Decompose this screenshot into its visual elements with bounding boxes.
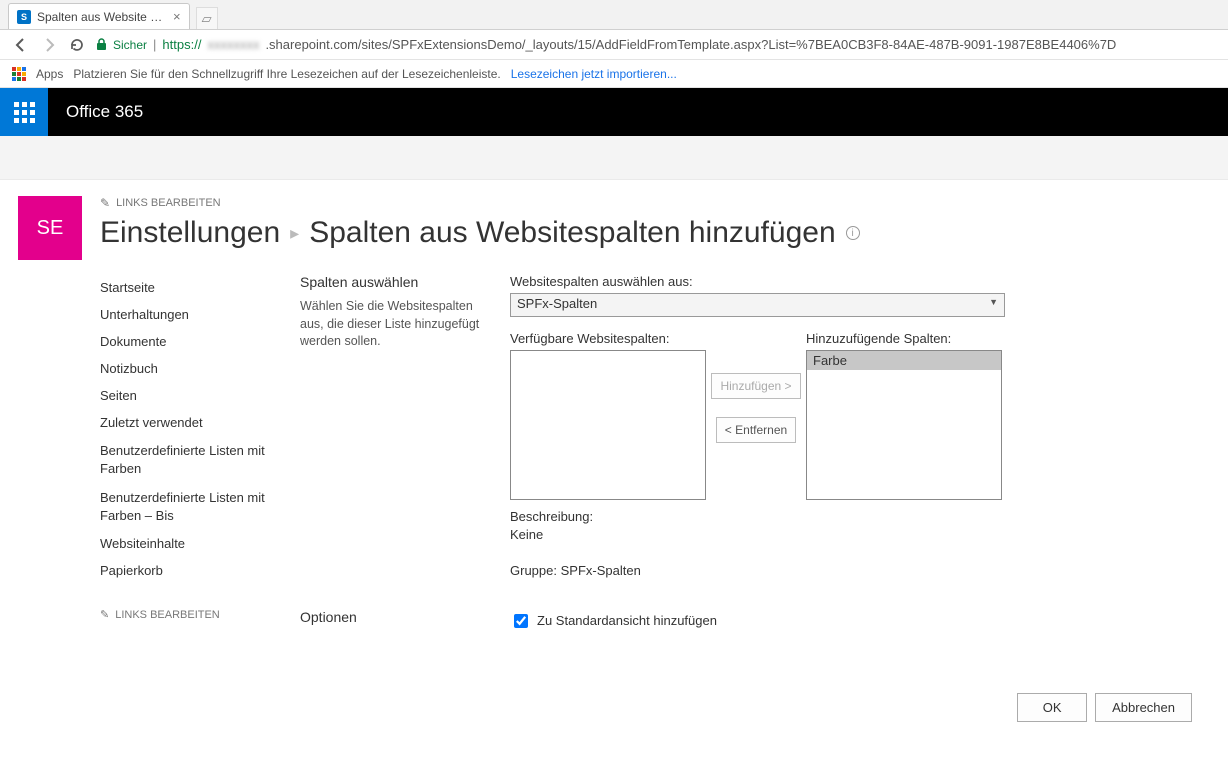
remove-button[interactable]: < Entfernen <box>716 417 796 443</box>
tab-title: Spalten aus Website C hi <box>37 10 167 24</box>
forward-button[interactable] <box>40 36 58 54</box>
lock-icon <box>96 38 107 51</box>
bookmark-hint: Platzieren Sie für den Schnellzugriff Ih… <box>73 67 500 81</box>
available-label: Verfügbare Websitespalten: <box>510 331 706 346</box>
group-line-value: SPFx-Spalten <box>561 563 641 578</box>
nav-notizbuch[interactable]: Notizbuch <box>100 355 290 382</box>
apps-icon[interactable] <box>12 67 26 81</box>
url-path: .sharepoint.com/sites/SPFxExtensionsDemo… <box>265 37 1116 52</box>
form-column: Websitespalten auswählen aus: SPFx-Spalt… <box>510 274 1210 722</box>
section1-desc: Wählen Sie die Websitespalten aus, die d… <box>300 298 494 351</box>
group-select[interactable]: SPFx-Spalten <box>510 293 1005 317</box>
nav-custom-list-1[interactable]: Benutzerdefinierte Listen mit Farben <box>100 436 290 483</box>
browser-toolbar: Sicher | https://xxxxxxxx.sharepoint.com… <box>0 30 1228 60</box>
selected-columns-listbox[interactable]: Farbe <box>806 350 1002 500</box>
quick-launch: Startseite Unterhaltungen Dokumente Noti… <box>100 274 300 722</box>
waffle-icon <box>14 102 35 123</box>
pencil-icon: ✎ <box>100 608 109 621</box>
reload-button[interactable] <box>68 36 86 54</box>
nav-dokumente[interactable]: Dokumente <box>100 328 290 355</box>
add-to-default-view-checkbox[interactable] <box>514 614 528 628</box>
tab-close-icon[interactable]: × <box>173 9 181 24</box>
import-bookmarks-link[interactable]: Lesezeichen jetzt importieren... <box>511 67 677 81</box>
selected-label: Hinzuzufügende Spalten: <box>806 331 1002 346</box>
nav-zuletzt[interactable]: Zuletzt verwendet <box>100 409 290 436</box>
browser-tab[interactable]: S Spalten aus Website C hi × <box>8 3 190 29</box>
dialog-buttons: OK Abbrechen <box>510 693 1210 722</box>
site-logo[interactable]: SE <box>18 196 82 260</box>
page-content: SE ✎ LINKS BEARBEITEN Einstellungen ▸ Sp… <box>0 180 1228 762</box>
ok-button[interactable]: OK <box>1017 693 1087 722</box>
edit-links-label: LINKS BEARBEITEN <box>116 197 221 209</box>
nav-edit-links[interactable]: ✎ LINKS BEARBEITEN <box>100 608 290 621</box>
nav-recycle-bin[interactable]: Papierkorb <box>100 557 290 584</box>
breadcrumb-separator-icon: ▸ <box>290 223 299 244</box>
group-line-label: Gruppe: <box>510 563 557 578</box>
url-protocol: https:// <box>162 37 201 52</box>
nav-unterhaltungen[interactable]: Unterhaltungen <box>100 301 290 328</box>
back-button[interactable] <box>12 36 30 54</box>
title-main: Einstellungen <box>100 216 280 250</box>
url-host-blurred: xxxxxxxx <box>207 37 259 52</box>
app-launcher-button[interactable] <box>0 88 48 136</box>
address-bar[interactable]: Sicher | https://xxxxxxxx.sharepoint.com… <box>96 37 1216 52</box>
info-icon[interactable]: i <box>846 226 860 240</box>
group-select-label: Websitespalten auswählen aus: <box>510 274 1210 289</box>
browser-tab-strip: S Spalten aus Website C hi × ▱ <box>0 0 1228 30</box>
nav-site-contents[interactable]: Websiteinhalte <box>100 530 290 557</box>
page-title: Einstellungen ▸ Spalten aus Websitespalt… <box>100 216 1210 250</box>
pencil-icon: ✎ <box>100 196 110 210</box>
nav-startseite[interactable]: Startseite <box>100 274 290 301</box>
sharepoint-favicon: S <box>17 10 31 24</box>
suite-bar: Office 365 <box>0 88 1228 136</box>
dual-listbox: Verfügbare Websitespalten: Beschreibung:… <box>510 331 1210 581</box>
add-button[interactable]: Hinzufügen > <box>711 373 800 399</box>
description-value: Keine <box>510 527 543 542</box>
ribbon-area <box>0 136 1228 180</box>
nav-seiten[interactable]: Seiten <box>100 382 290 409</box>
top-edit-links[interactable]: ✎ LINKS BEARBEITEN <box>100 196 1210 210</box>
section1-heading: Spalten auswählen <box>300 274 494 290</box>
cancel-button[interactable]: Abbrechen <box>1095 693 1192 722</box>
title-sub: Spalten aus Websitespalten hinzufügen <box>309 216 835 250</box>
new-tab-button[interactable]: ▱ <box>196 7 218 29</box>
nav-edit-links-label: LINKS BEARBEITEN <box>115 609 220 621</box>
available-columns-listbox[interactable] <box>510 350 706 500</box>
apps-label[interactable]: Apps <box>36 67 63 81</box>
suite-brand[interactable]: Office 365 <box>66 102 143 122</box>
nav-custom-list-2[interactable]: Benutzerdefinierte Listen mit Farben – B… <box>100 483 290 530</box>
bookmarks-bar: Apps Platzieren Sie für den Schnellzugri… <box>0 60 1228 88</box>
selected-item-farbe[interactable]: Farbe <box>807 351 1001 370</box>
secure-label: Sicher <box>113 38 147 52</box>
section-description-column: Spalten auswählen Wählen Sie die Website… <box>300 274 510 722</box>
add-to-default-view-label: Zu Standardansicht hinzufügen <box>537 613 717 628</box>
description-label: Beschreibung: <box>510 509 593 524</box>
section2-heading: Optionen <box>300 609 510 625</box>
